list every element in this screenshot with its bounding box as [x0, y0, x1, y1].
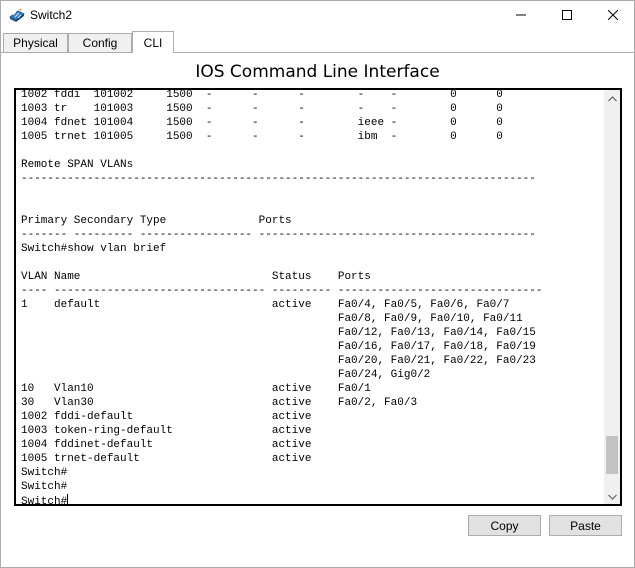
switch-app-icon — [9, 8, 25, 24]
panel-title: IOS Command Line Interface — [195, 62, 440, 82]
maximize-button[interactable] — [544, 1, 590, 30]
minimize-icon — [516, 7, 526, 25]
terminal-line: 10 Vlan10 active Fa0/1 — [21, 383, 371, 395]
terminal-line: 1 default active Fa0/4, Fa0/5, Fa0/6, Fa… — [21, 299, 510, 311]
chevron-up-icon — [607, 90, 617, 107]
tab-cli[interactable]: CLI — [132, 31, 174, 53]
scrollbar-thumb[interactable] — [606, 436, 618, 474]
copy-button[interactable]: Copy — [468, 515, 541, 536]
terminal-line: Switch# — [21, 496, 68, 506]
terminal-line: Switch# — [21, 467, 68, 479]
paste-button[interactable]: Paste — [549, 515, 622, 536]
tab-divider — [1, 52, 634, 53]
terminal-line: 1005 trnet-default active — [21, 453, 312, 465]
chevron-down-icon — [607, 487, 617, 504]
tab-physical[interactable]: Physical — [3, 33, 68, 52]
terminal-line: 1004 fdnet 101004 1500 - - - ieee - 0 0 — [21, 117, 503, 129]
terminal-line: 1002 fddi-default active — [21, 411, 312, 423]
terminal-scrollbar[interactable] — [604, 90, 620, 504]
tab-config[interactable]: Config — [68, 33, 132, 52]
terminal-line: ------- --------- ----------------- ----… — [21, 229, 536, 241]
terminal-line: 1004 fddinet-default active — [21, 439, 312, 451]
terminal-line: Fa0/24, Gig0/2 — [21, 369, 431, 381]
tab-bar: Physical Config CLI — [1, 31, 634, 53]
terminal-line: Fa0/20, Fa0/21, Fa0/22, Fa0/23 — [21, 355, 536, 367]
close-icon — [607, 7, 619, 25]
scroll-down-button[interactable] — [604, 488, 620, 504]
terminal-line: Fa0/8, Fa0/9, Fa0/10, Fa0/11 — [21, 313, 523, 325]
terminal-line: Switch# — [21, 481, 68, 493]
terminal-line: Fa0/12, Fa0/13, Fa0/14, Fa0/15 — [21, 327, 536, 339]
terminal-line: Switch#show vlan brief — [21, 243, 167, 255]
close-button[interactable] — [590, 1, 635, 30]
title-bar[interactable]: Switch2 — [1, 1, 634, 31]
terminal-line: Remote SPAN VLANs — [21, 159, 134, 171]
scroll-up-button[interactable] — [604, 90, 620, 106]
terminal-line: ----------------------------------------… — [21, 173, 536, 185]
terminal-line: 1003 tr 101003 1500 - - - - - 0 0 — [21, 103, 503, 115]
window-title: Switch2 — [30, 8, 73, 22]
cli-terminal[interactable]: 1002 fddi 101002 1500 - - - - - 0 0 1003… — [14, 88, 622, 506]
minimize-button[interactable] — [498, 1, 544, 30]
terminal-line: 30 Vlan30 active Fa0/2, Fa0/3 — [21, 397, 418, 409]
switch2-window: Switch2 Physical Config CLI IOS Command … — [0, 0, 635, 568]
maximize-icon — [562, 7, 572, 25]
terminal-output[interactable]: 1002 fddi 101002 1500 - - - - - 0 0 1003… — [21, 89, 543, 506]
text-cursor — [67, 494, 69, 504]
terminal-line: 1002 fddi 101002 1500 - - - - - 0 0 — [21, 89, 503, 101]
terminal-line: 1005 trnet 101005 1500 - - - ibm - 0 0 — [21, 131, 503, 143]
terminal-line: VLAN Name Status Ports — [21, 271, 371, 283]
terminal-line: ---- -------------------------------- --… — [21, 285, 543, 297]
terminal-line: Fa0/16, Fa0/17, Fa0/18, Fa0/19 — [21, 341, 536, 353]
terminal-line: 1003 token-ring-default active — [21, 425, 312, 437]
terminal-line: Primary Secondary Type Ports — [21, 215, 292, 227]
